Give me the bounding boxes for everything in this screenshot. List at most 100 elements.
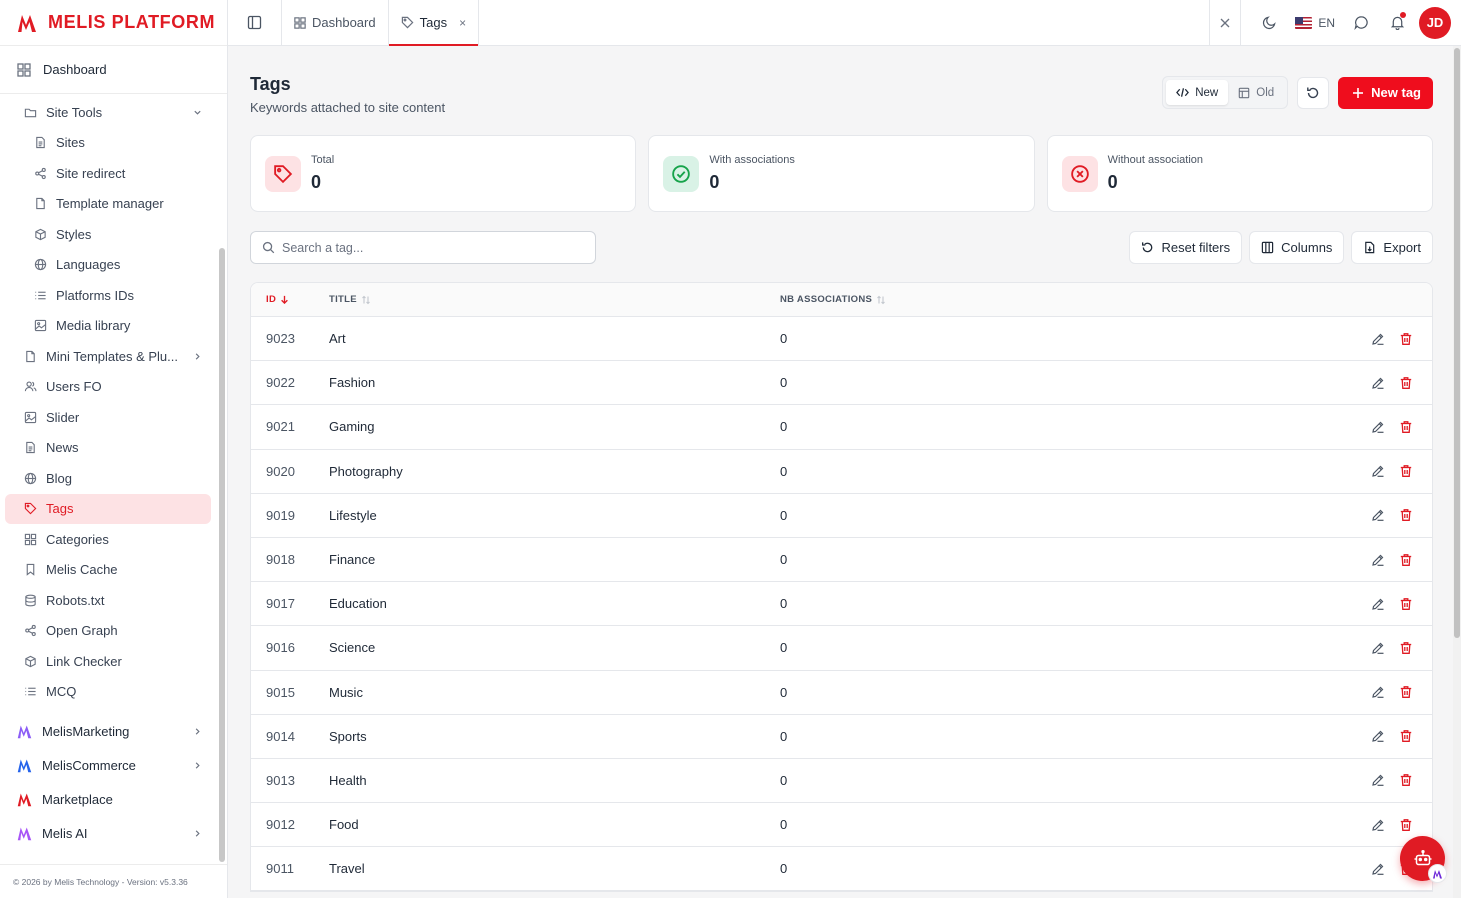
columns-button[interactable]: Columns	[1249, 231, 1345, 264]
sidebar-item-mcq[interactable]: MCQ	[0, 677, 216, 708]
sidebar-product-meliscommerce[interactable]: MelisCommerce	[0, 748, 216, 782]
dark-mode-button[interactable]	[1251, 0, 1287, 46]
table-row[interactable]: 9020 Photography 0	[251, 450, 1432, 494]
chat-button[interactable]	[1343, 0, 1379, 46]
sidebar-product-melis-ai[interactable]: Melis AI	[0, 816, 216, 850]
edit-button[interactable]	[1371, 508, 1385, 522]
notifications-button[interactable]	[1379, 0, 1415, 46]
delete-button[interactable]	[1399, 597, 1413, 611]
delete-button[interactable]	[1399, 420, 1413, 434]
sidebar-item-link-checker[interactable]: Link Checker	[0, 646, 216, 677]
edit-button[interactable]	[1371, 818, 1385, 832]
sidebar-item-site-redirect[interactable]: Site redirect	[0, 158, 216, 189]
sidebar-item-robots-txt[interactable]: Robots.txt	[0, 585, 216, 616]
users-icon	[24, 381, 37, 392]
sidebar-product-label: MelisMarketing	[42, 723, 130, 739]
edit-button[interactable]	[1371, 553, 1385, 567]
search-input[interactable]	[282, 240, 582, 255]
page-scrollbar[interactable]	[1453, 46, 1461, 898]
sidebar-item-slider[interactable]: Slider	[0, 402, 216, 433]
cell-title: Art	[329, 331, 346, 347]
delete-button[interactable]	[1399, 641, 1413, 655]
sidebar-item-languages[interactable]: Languages	[0, 250, 216, 281]
table-row[interactable]: 9014 Sports 0	[251, 715, 1432, 759]
globe-icon	[24, 472, 37, 484]
edit-button[interactable]	[1371, 464, 1385, 478]
row-actions	[1352, 508, 1432, 522]
delete-button[interactable]	[1399, 553, 1413, 567]
close-icon	[1220, 18, 1230, 27]
column-header-nb-associations[interactable]: NB ASSOCIATIONS	[780, 294, 1352, 305]
edit-button[interactable]	[1371, 332, 1385, 346]
sidebar-item-users-fo[interactable]: Users FO	[0, 372, 216, 403]
sidebar-item-tags[interactable]: Tags	[5, 493, 211, 524]
table-row[interactable]: 9023 Art 0	[251, 317, 1432, 362]
sidebar-item-site-tools[interactable]: Site Tools	[0, 97, 216, 128]
table-row[interactable]: 9018 Finance 0	[251, 538, 1432, 583]
sidebar-item-template-manager[interactable]: Template manager	[0, 189, 216, 220]
column-header-id[interactable]: ID	[251, 294, 329, 305]
sidebar-item-news[interactable]: News	[0, 433, 216, 464]
avatar[interactable]: JD	[1419, 6, 1451, 39]
table-row[interactable]: 9021 Gaming 0	[251, 405, 1432, 450]
edit-button[interactable]	[1371, 773, 1385, 787]
delete-button[interactable]	[1399, 729, 1413, 743]
sidebar-product-melismarketing[interactable]: MelisMarketing	[0, 714, 216, 748]
sidebar-item-platforms-ids[interactable]: Platforms IDs	[0, 280, 216, 311]
delete-button[interactable]	[1399, 376, 1413, 390]
edit-button[interactable]	[1371, 729, 1385, 743]
view-new-button[interactable]: New	[1166, 80, 1229, 105]
table-row[interactable]: 9013 Health 0	[251, 759, 1432, 804]
sidebar-item-melis-cache[interactable]: Melis Cache	[0, 555, 216, 586]
table-row[interactable]: 9016 Science 0	[251, 626, 1432, 671]
column-header-title[interactable]: TITLE	[329, 294, 780, 305]
sidebar-item-sites[interactable]: Sites	[0, 128, 216, 159]
delete-button[interactable]	[1399, 464, 1413, 478]
sidebar-item-dashboard[interactable]: Dashboard	[0, 46, 227, 94]
search-field[interactable]	[250, 231, 596, 264]
delete-button[interactable]	[1399, 818, 1413, 832]
tab-dashboard[interactable]: Dashboard	[282, 0, 389, 45]
brand[interactable]: MELIS PLATFORM	[0, 0, 227, 46]
edit-button[interactable]	[1371, 376, 1385, 390]
delete-button[interactable]	[1399, 685, 1413, 699]
table-row[interactable]: 9019 Lifestyle 0	[251, 494, 1432, 538]
tab-tags[interactable]: Tags ×	[388, 0, 480, 46]
table-row[interactable]: 9015 Music 0	[251, 671, 1432, 715]
sidebar-item-label: Blog	[46, 470, 73, 486]
delete-button[interactable]	[1399, 508, 1413, 522]
edit-icon	[1372, 863, 1384, 875]
table-body: 9023 Art 0 9022 Fashion 0 9021 Gaming 0 9020 Photo…	[251, 317, 1432, 892]
tab-close-icon[interactable]: ×	[459, 16, 466, 30]
edit-button[interactable]	[1371, 597, 1385, 611]
sidebar-item-blog[interactable]: Blog	[0, 463, 216, 494]
sidebar-product-marketplace[interactable]: Marketplace	[0, 782, 216, 816]
view-old-button[interactable]: Old	[1228, 80, 1284, 105]
sidebar-scrollbar[interactable]	[219, 248, 225, 862]
table-row[interactable]: 9012 Food 0	[251, 803, 1432, 848]
export-button[interactable]: Export	[1351, 231, 1433, 264]
table-row[interactable]: 9022 Fashion 0	[251, 361, 1432, 406]
refresh-button[interactable]	[1297, 76, 1330, 109]
sidebar-item-media-library[interactable]: Media library	[0, 311, 216, 342]
new-tag-button[interactable]: New tag	[1338, 76, 1433, 109]
reset-icon	[1142, 242, 1153, 253]
globe-icon	[34, 259, 47, 271]
sidebar-item-styles[interactable]: Styles	[0, 219, 216, 250]
table-row[interactable]: 9017 Education 0	[251, 582, 1432, 627]
edit-button[interactable]	[1371, 685, 1385, 699]
edit-button[interactable]	[1371, 641, 1385, 655]
delete-button[interactable]	[1399, 773, 1413, 787]
edit-button[interactable]	[1371, 420, 1385, 434]
columns-label: Columns	[1281, 240, 1333, 255]
sidebar-item-mini-templates-plu[interactable]: Mini Templates & Plu...	[0, 341, 216, 372]
delete-button[interactable]	[1399, 332, 1413, 346]
sidebar-toggle-button[interactable]	[228, 0, 282, 45]
edit-button[interactable]	[1371, 862, 1385, 876]
language-selector[interactable]: EN	[1287, 16, 1343, 30]
reset-filters-button[interactable]: Reset filters	[1129, 231, 1243, 264]
sidebar-item-open-graph[interactable]: Open Graph	[0, 616, 216, 647]
sidebar-item-categories[interactable]: Categories	[0, 524, 216, 555]
close-all-tabs-button[interactable]	[1209, 0, 1242, 46]
table-row[interactable]: 9011 Travel 0	[251, 847, 1432, 892]
